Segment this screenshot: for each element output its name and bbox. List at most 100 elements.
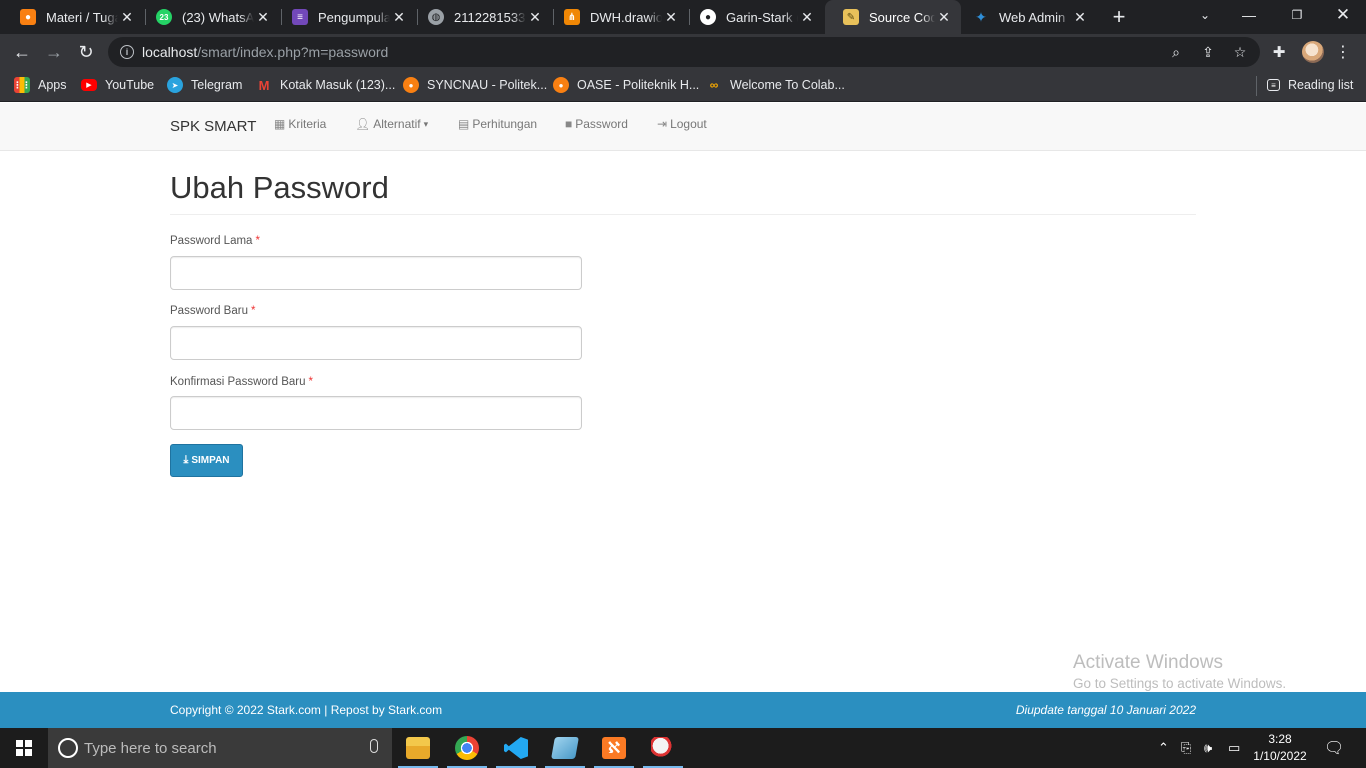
moodle-icon: ● — [20, 9, 36, 25]
browser-tab[interactable]: ● Garin-Stark (G ✕ — [682, 0, 824, 34]
close-icon[interactable]: ✕ — [798, 9, 816, 26]
close-icon[interactable]: ✕ — [935, 9, 953, 26]
navbar-brand[interactable]: SPK SMART — [170, 118, 256, 135]
nav-label: Password — [575, 117, 628, 131]
close-window-button[interactable]: ✕ — [1320, 0, 1366, 30]
forward-button[interactable]: → — [40, 38, 68, 66]
bookmark-star-icon[interactable]: ☆ — [1231, 43, 1249, 61]
url-path: /smart/index.php?m=password — [197, 44, 389, 60]
lock-icon: ■ — [565, 117, 573, 131]
tab-title: 21122815335 — [454, 9, 526, 25]
network-icon[interactable]: ⎘ — [1181, 728, 1191, 768]
browser-tab[interactable]: 23 (23) WhatsApp ✕ — [138, 0, 280, 34]
user-icon: 👤︎ — [355, 117, 371, 131]
close-icon[interactable]: ✕ — [390, 9, 408, 26]
tab-title: Garin-Stark (G — [726, 9, 798, 25]
calendar-icon: ▤ — [458, 117, 470, 131]
clock-time: 3:28 — [1268, 732, 1292, 746]
xampp-icon[interactable]: ℵ — [590, 728, 638, 768]
close-icon[interactable]: ✕ — [254, 9, 272, 26]
input-icon[interactable]: ▭ — [1228, 728, 1240, 768]
chrome-icon[interactable] — [443, 728, 491, 768]
close-icon[interactable]: ✕ — [118, 9, 136, 26]
simpan-button[interactable]: ⤓ SIMPAN — [170, 444, 243, 477]
snipping-icon[interactable] — [639, 728, 687, 768]
tab-title: Source Code — [869, 9, 935, 25]
close-icon[interactable]: ✕ — [526, 9, 544, 26]
bookmark-label: SYNCNAU - Politek... — [427, 78, 548, 92]
tab-title: Pengumpulan — [318, 9, 390, 25]
back-button[interactable]: ← — [8, 38, 36, 66]
footer-copyright: Copyright © 2022 Stark.com | Repost by S… — [170, 703, 443, 717]
bookmark-telegram[interactable]: ➤ Telegram — [167, 70, 242, 100]
browser-tab[interactable]: ≡ Pengumpulan ✕ — [274, 0, 416, 34]
notification-icon[interactable]: 🗨︎ — [1324, 728, 1344, 768]
bookmark-oase[interactable]: ● OASE - Politeknik H... — [553, 70, 699, 100]
password-lama-input[interactable] — [170, 256, 582, 290]
extensions-icon[interactable]: ✚ — [1270, 43, 1288, 61]
browser-tab[interactable]: ● Materi / Tugas ✕ — [2, 0, 144, 34]
moodle-icon: ● — [403, 77, 419, 93]
reading-list-button[interactable]: ≡ Reading list — [1267, 70, 1353, 100]
bookmarks-bar: ⋮⋮ Apps ▶ YouTube ➤ Telegram M Kotak Mas… — [0, 70, 1366, 102]
browser-tab[interactable]: ◍ 21122815335 ✕ — [410, 0, 552, 34]
bookmark-label: YouTube — [105, 78, 155, 92]
tab-title: Web Admin — [999, 9, 1066, 25]
site-info-icon[interactable]: i — [120, 45, 134, 59]
field-label-text: Password Baru — [170, 305, 248, 317]
required-mark: * — [308, 376, 313, 388]
browser-tab[interactable]: ✦ Web Admin ✕ — [955, 0, 1097, 34]
close-icon[interactable]: ✕ — [662, 9, 680, 26]
password-baru-input[interactable] — [170, 326, 582, 360]
file-explorer-icon[interactable] — [394, 728, 442, 768]
maximize-button[interactable]: ❐ — [1274, 0, 1320, 30]
close-icon[interactable]: ✕ — [1071, 9, 1089, 26]
password-lama-label: Password Lama * — [170, 235, 260, 247]
gmail-icon: M — [258, 77, 270, 93]
bookmark-label: Apps — [38, 78, 67, 92]
start-button[interactable] — [0, 728, 48, 768]
page-title: Ubah Password — [170, 170, 389, 205]
profile-avatar[interactable] — [1302, 41, 1324, 63]
reload-button[interactable]: ↻ — [72, 38, 100, 66]
browser-tab-active[interactable]: ✎ Source Code ✕ — [825, 0, 961, 34]
tab-search-button[interactable]: ⌄ — [1182, 0, 1228, 30]
whatsapp-icon: 23 — [156, 9, 172, 25]
nav-password[interactable]: ■ Password — [565, 117, 628, 131]
field-label-text: Konfirmasi Password Baru — [170, 376, 306, 388]
vscode-icon[interactable] — [492, 728, 540, 768]
watermark-line2: Go to Settings to activate Windows. — [1073, 676, 1287, 691]
bookmark-youtube[interactable]: ▶ YouTube — [81, 70, 154, 100]
caret-down-icon: ▾ — [423, 118, 429, 129]
browser-tab[interactable]: ⋔ DWH.drawio ✕ — [546, 0, 688, 34]
volume-icon[interactable]: 🕪︎ — [1204, 728, 1212, 768]
bookmark-gmail[interactable]: M Kotak Masuk (123)... — [256, 70, 396, 100]
address-bar[interactable]: i localhost/smart/index.php?m=password — [108, 37, 1260, 67]
chrome-menu-icon[interactable]: ⋮ — [1334, 43, 1352, 61]
bookmark-colab[interactable]: ∞ Welcome To Colab... — [706, 70, 845, 100]
bookmark-apps[interactable]: ⋮⋮ Apps — [13, 70, 67, 100]
windows-taskbar: Type here to search ℵ ⌃ ⎘ 🕪︎ ▭ 3:28 1/10… — [0, 728, 1366, 768]
microphone-icon[interactable] — [370, 739, 378, 753]
nav-logout[interactable]: ⇥ Logout — [657, 117, 707, 131]
bookmark-syncnau[interactable]: ● SYNCNAU - Politek... — [403, 70, 547, 100]
nav-alternatif[interactable]: 👤︎ Alternatif ▾ — [355, 117, 428, 131]
konfirmasi-password-input[interactable] — [170, 396, 582, 430]
notepad-icon[interactable] — [541, 728, 589, 768]
minimize-button[interactable]: — — [1226, 0, 1272, 30]
share-icon[interactable]: ⇪ — [1199, 43, 1217, 61]
youtube-icon: ▶ — [81, 79, 97, 91]
nav-kriteria[interactable]: ▦ Kriteria — [274, 117, 326, 131]
new-tab-button[interactable]: + — [1108, 0, 1130, 34]
nav-perhitungan[interactable]: ▤ Perhitungan — [458, 117, 537, 131]
apps-grid-icon: ⋮⋮ — [13, 77, 31, 93]
zoom-icon[interactable]: ⌕ — [1167, 43, 1185, 61]
reading-list-icon: ≡ — [1267, 79, 1280, 91]
required-mark: * — [250, 305, 256, 317]
taskbar-clock[interactable]: 3:28 1/10/2022 — [1248, 731, 1312, 765]
taskbar-search-box[interactable]: Type here to search — [48, 728, 392, 768]
github-icon: ● — [700, 9, 716, 25]
show-hidden-icons[interactable]: ⌃ — [1158, 728, 1169, 768]
admin-icon: ✦ — [975, 8, 987, 25]
tab-title: DWH.drawio — [590, 9, 662, 25]
